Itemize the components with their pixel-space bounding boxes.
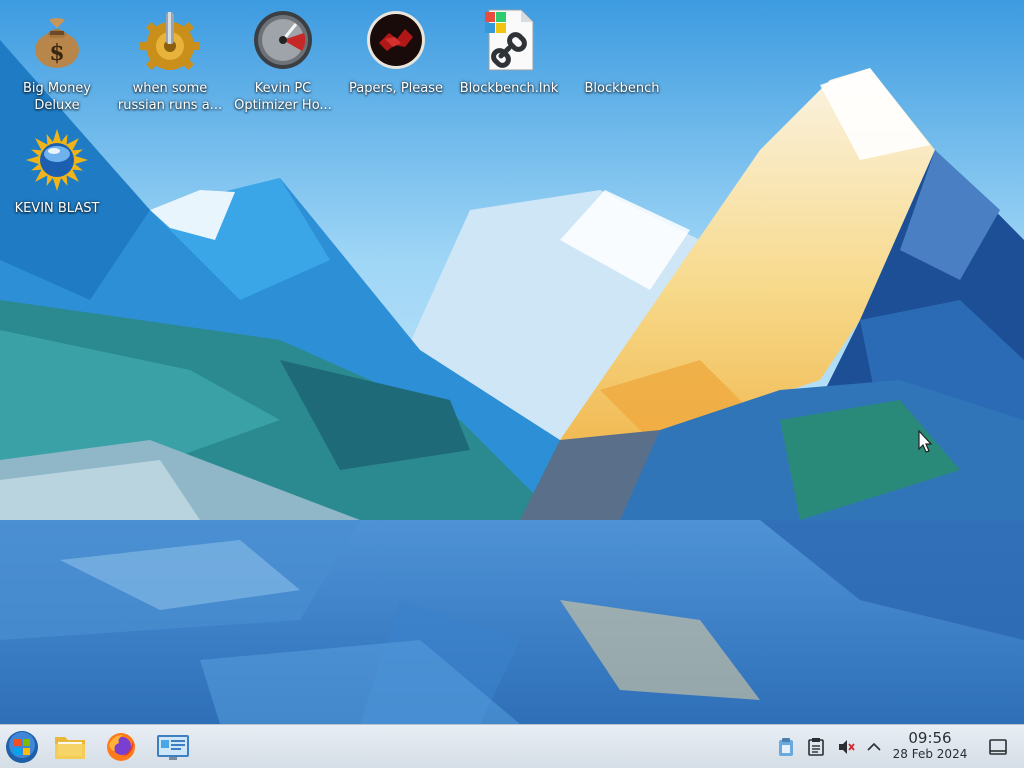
desktop-icon-blockbench[interactable]: Blockbench xyxy=(566,8,678,97)
desktop-icon-kevin-pc-optimizer[interactable]: Kevin PC Optimizer Ho... xyxy=(227,8,339,114)
desktop-icon-label: Kevin PC Optimizer Ho... xyxy=(234,81,332,113)
taskbar: 09:56 28 Feb 2024 xyxy=(0,724,1024,768)
clock-date: 28 Feb 2024 xyxy=(892,747,968,761)
tray-expand-button[interactable] xyxy=(864,737,884,757)
show-desktop-icon xyxy=(989,739,1007,755)
firefox-icon xyxy=(107,733,135,761)
folder-icon xyxy=(55,737,85,759)
mouse-cursor-icon xyxy=(918,430,933,453)
desktop-icon-label: Blockbench xyxy=(584,81,660,96)
volume-muted-icon xyxy=(839,740,855,754)
desktop-icon-blockbench-lnk[interactable]: Blockbench.lnk xyxy=(453,8,565,97)
clock-time: 09:56 xyxy=(908,729,952,747)
control-panel-button[interactable] xyxy=(155,729,191,765)
blank-icon xyxy=(590,8,654,72)
windows-orb-icon xyxy=(6,731,38,763)
desktop-icon-label: Big Money Deluxe xyxy=(22,81,91,113)
money-bag-icon: $ xyxy=(25,8,89,72)
papers-please-icon xyxy=(364,8,428,72)
start-menu-button[interactable] xyxy=(4,729,40,765)
sun-globe-icon xyxy=(25,128,89,192)
notes-icon xyxy=(808,738,824,756)
control-panel-icon xyxy=(157,735,189,760)
svg-text:$: $ xyxy=(49,40,64,66)
notes-tray-button[interactable] xyxy=(806,737,826,757)
desktop-icon-label: KEVIN BLAST xyxy=(14,201,100,216)
clipboard-icon xyxy=(779,738,793,756)
chevron-up-icon xyxy=(867,742,881,751)
desktop-icon-kevin-blast[interactable]: KEVIN BLAST xyxy=(1,128,113,217)
volume-tray-button[interactable] xyxy=(836,737,856,757)
clock[interactable]: 09:56 28 Feb 2024 xyxy=(886,730,974,762)
desktop-icon-label: when some russian runs a... xyxy=(117,81,223,113)
desktop-icon-russian-game[interactable]: when some russian runs a... xyxy=(114,8,226,114)
desktop-icon-big-money-deluxe[interactable]: $ Big Money Deluxe xyxy=(1,8,113,114)
desktop-icon-label: Blockbench.lnk xyxy=(459,81,559,96)
desktop-icon-papers-please[interactable]: Papers, Please xyxy=(340,8,452,97)
desktop-icon-label: Papers, Please xyxy=(348,81,444,96)
shortcut-file-icon xyxy=(477,8,541,72)
file-manager-button[interactable] xyxy=(52,729,88,765)
clipboard-tray-button[interactable] xyxy=(776,737,796,757)
firefox-button[interactable] xyxy=(103,729,139,765)
gear-icon xyxy=(138,8,202,72)
speedometer-icon xyxy=(251,8,315,72)
show-desktop-button[interactable] xyxy=(988,737,1008,757)
desktop[interactable]: $ Big Money Deluxe when some russian run… xyxy=(0,0,1024,724)
